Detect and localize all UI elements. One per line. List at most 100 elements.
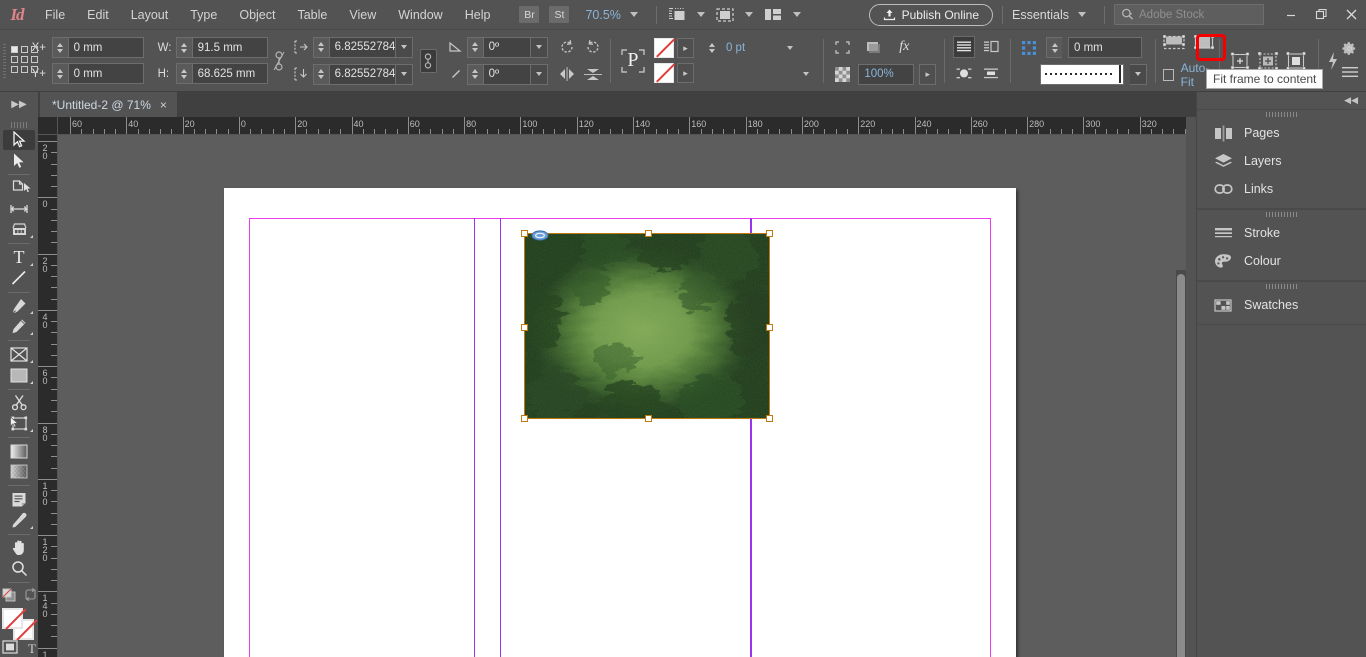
- width-stepper[interactable]: [175, 37, 192, 58]
- menu-edit[interactable]: Edit: [76, 0, 120, 30]
- menu-type[interactable]: Type: [179, 0, 228, 30]
- stroke-weight-input[interactable]: 0 pt: [719, 37, 782, 58]
- text-wrap-bounding-box-icon[interactable]: [980, 36, 1002, 58]
- stock-button[interactable]: St: [549, 6, 570, 23]
- restore-button[interactable]: [1306, 0, 1336, 30]
- selection-handle-ne[interactable]: [766, 230, 773, 237]
- zoom-level-value[interactable]: 70.5%: [585, 8, 620, 22]
- eyedropper-tool[interactable]: [3, 510, 35, 531]
- panel-item-swatches[interactable]: Swatches: [1197, 291, 1366, 319]
- auto-fit-checkbox[interactable]: [1163, 69, 1174, 81]
- free-transform-tool[interactable]: [3, 413, 35, 434]
- rectangle-tool[interactable]: [3, 365, 35, 386]
- content-collector-tool[interactable]: [3, 220, 35, 241]
- type-tool[interactable]: T: [3, 247, 35, 268]
- horizontal-ruler[interactable]: 60 40 20 0 20 40 60 80 100 120 140 160 180 200 220 240 2…: [58, 117, 1186, 135]
- menu-layout[interactable]: Layout: [120, 0, 180, 30]
- panel-item-colour[interactable]: Colour: [1197, 247, 1366, 275]
- note-tool[interactable]: [3, 489, 35, 510]
- reference-point-selector[interactable]: [11, 45, 39, 76]
- pencil-tool[interactable]: [3, 316, 35, 337]
- view-options-dropdown-icon[interactable]: [744, 12, 753, 17]
- swap-fill-stroke-icon[interactable]: [24, 588, 37, 604]
- y-input[interactable]: 0 mm: [67, 63, 144, 84]
- constrain-scale-icon[interactable]: [419, 48, 437, 73]
- scale-y-input[interactable]: 6.82552784: [328, 63, 396, 85]
- pen-tool[interactable]: [3, 296, 35, 317]
- panel-group-1-grip[interactable]: [1197, 110, 1366, 119]
- stroke-style-preview[interactable]: [1040, 63, 1124, 85]
- scale-x-dropdown-icon[interactable]: [395, 36, 413, 58]
- opacity-input[interactable]: 100%: [858, 63, 915, 85]
- fill-swatch[interactable]: [653, 63, 674, 83]
- close-button[interactable]: [1336, 0, 1366, 30]
- stroke-weight-stepper[interactable]: [703, 37, 720, 58]
- selection-tool[interactable]: [3, 129, 35, 151]
- line-tool[interactable]: [3, 268, 35, 289]
- adobe-stock-search[interactable]: Adobe Stock: [1114, 4, 1264, 25]
- ruler-origin-corner[interactable]: [38, 117, 58, 135]
- wrap-offset-stepper[interactable]: [1046, 37, 1062, 58]
- formatting-affects-container-icon[interactable]: [2, 640, 18, 657]
- shear-input[interactable]: 0º: [482, 63, 531, 85]
- document-canvas[interactable]: [58, 135, 1186, 657]
- rectangle-frame-tool[interactable]: [3, 344, 35, 365]
- content-grabber-icon[interactable]: [531, 230, 549, 241]
- vertical-ruler[interactable]: 20 0 20 40 60 80 100 120 140 160: [38, 135, 58, 657]
- workspace-dropdown-icon[interactable]: [1078, 12, 1086, 17]
- rotate-90-ccw-icon[interactable]: [582, 36, 604, 58]
- quick-apply-icon[interactable]: [1326, 47, 1340, 75]
- hand-tool[interactable]: [3, 537, 35, 558]
- search-input[interactable]: Adobe Stock: [1139, 9, 1204, 21]
- stroke-weight-dropdown-icon[interactable]: [781, 37, 799, 58]
- fill-swatch-dropdown-icon[interactable]: ▸: [676, 63, 694, 83]
- selection-handle-n[interactable]: [645, 230, 652, 237]
- scale-y-stepper[interactable]: [312, 63, 329, 85]
- preflight-indicator[interactable]: P: [618, 46, 648, 76]
- selection-handle-se[interactable]: [766, 415, 773, 422]
- document-tab[interactable]: *Untitled-2 @ 71% ×: [40, 92, 177, 117]
- forest-image[interactable]: [525, 234, 769, 418]
- shear-dropdown-icon[interactable]: [530, 63, 548, 85]
- shear-stepper[interactable]: [466, 63, 483, 85]
- tools-panel-grip[interactable]: [11, 122, 27, 128]
- fill-color-swatch[interactable]: [2, 607, 23, 629]
- scissors-tool[interactable]: [3, 392, 35, 413]
- height-stepper[interactable]: [175, 63, 192, 84]
- default-fill-stroke-icon[interactable]: [2, 588, 16, 605]
- page-spread[interactable]: [224, 188, 1016, 657]
- scale-x-input[interactable]: 6.82552784: [328, 36, 396, 58]
- panel-collapse-button[interactable]: ◀◀: [1197, 92, 1366, 109]
- selection-handle-s[interactable]: [645, 415, 652, 422]
- rotation-dropdown-icon[interactable]: [530, 36, 548, 58]
- fill-stroke-swatches[interactable]: [2, 607, 36, 640]
- gradient-swatch-tool[interactable]: [3, 441, 35, 462]
- fill-frame-proportionally-icon[interactable]: [1193, 32, 1215, 54]
- scale-y-dropdown-icon[interactable]: [395, 63, 413, 85]
- workspace-switcher-label[interactable]: Essentials: [1012, 8, 1069, 22]
- rotation-input[interactable]: 0º: [482, 36, 531, 58]
- text-wrap-none-icon[interactable]: [952, 36, 975, 58]
- arrange-dropdown-icon[interactable]: [792, 12, 801, 17]
- panel-item-links[interactable]: Links: [1197, 175, 1366, 203]
- document-tab-close-icon[interactable]: ×: [160, 98, 167, 112]
- height-input[interactable]: 68.625 mm: [191, 63, 268, 84]
- width-input[interactable]: 91.5 mm: [191, 37, 268, 58]
- menu-view[interactable]: View: [338, 0, 387, 30]
- y-stepper[interactable]: [51, 63, 68, 84]
- panel-item-layers[interactable]: Layers: [1197, 147, 1366, 175]
- rotate-90-cw-icon[interactable]: [556, 36, 578, 58]
- minimize-button[interactable]: [1276, 0, 1306, 30]
- selection-handle-e[interactable]: [766, 324, 773, 331]
- fit-content-proportionally-icon[interactable]: [1163, 32, 1186, 54]
- panel-group-2-grip[interactable]: [1197, 210, 1366, 219]
- stroke-type-input[interactable]: [719, 63, 798, 84]
- page-tool[interactable]: [3, 178, 35, 199]
- wrap-offset-input[interactable]: 0 mm: [1068, 37, 1142, 58]
- tools-collapse-button[interactable]: ▶▶: [0, 92, 38, 117]
- vertical-scrollbar[interactable]: [1176, 270, 1186, 657]
- menu-help[interactable]: Help: [454, 0, 502, 30]
- stroke-swatch-dropdown-icon[interactable]: ▸: [676, 38, 694, 58]
- x-input[interactable]: 0 mm: [67, 37, 144, 58]
- panel-group-3-grip[interactable]: [1197, 282, 1366, 291]
